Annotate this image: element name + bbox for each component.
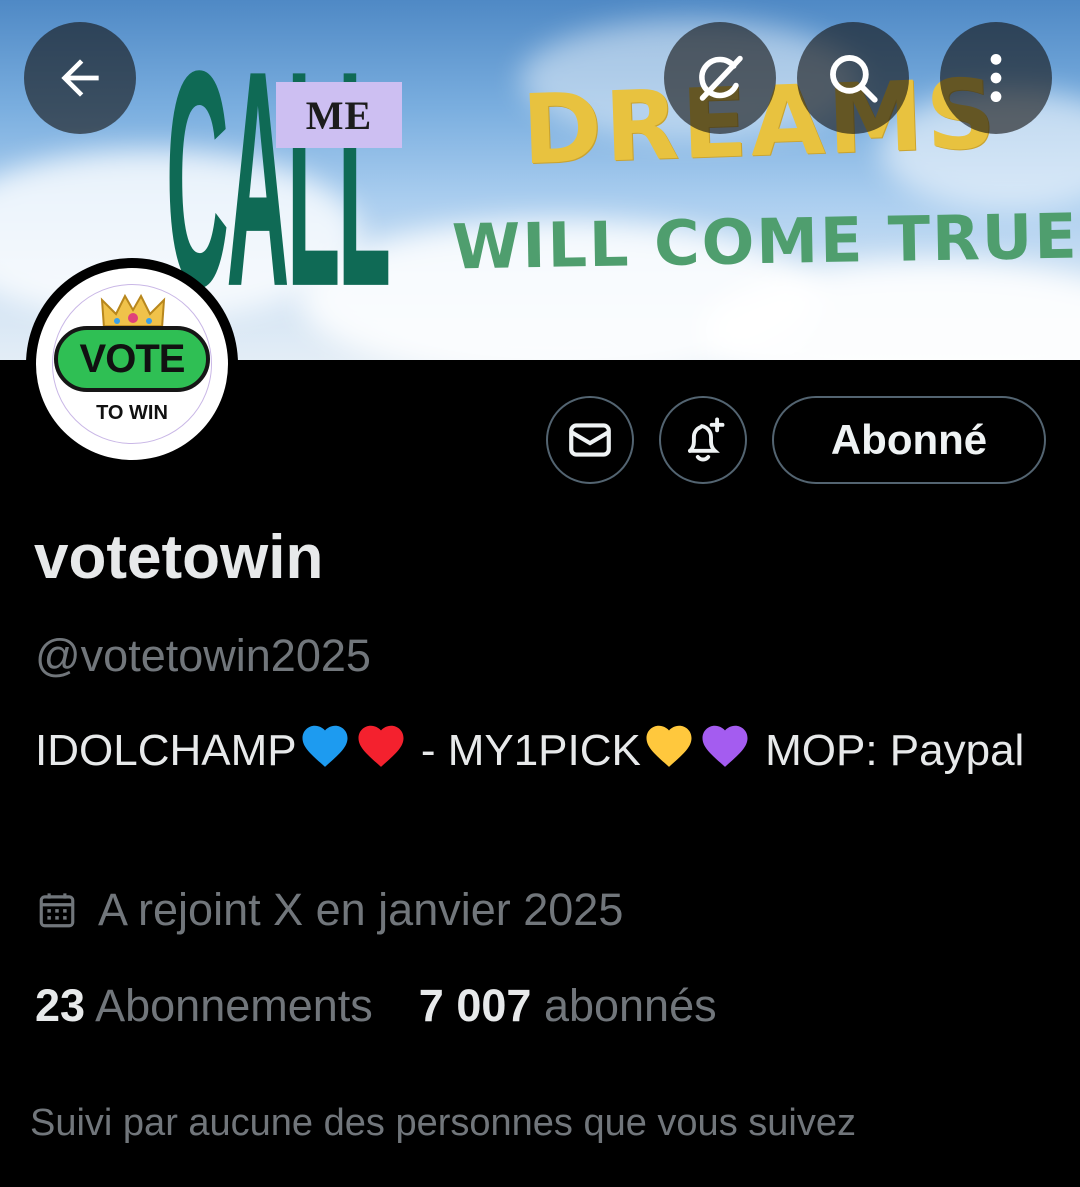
followers-count: 7 007 bbox=[418, 980, 532, 1031]
bio-text: - MY1PICK bbox=[408, 726, 641, 775]
notifications-button[interactable] bbox=[659, 396, 747, 484]
bell-plus-icon bbox=[688, 417, 725, 462]
bio-text: MOP: Paypal bbox=[752, 726, 1025, 775]
more-options-button[interactable] bbox=[940, 22, 1052, 134]
following-button[interactable]: Abonné bbox=[772, 396, 1046, 484]
banner-word-true: WILL COME TRUE bbox=[451, 199, 1080, 284]
grok-button[interactable] bbox=[664, 22, 776, 134]
avatar-vote-badge: VOTE bbox=[54, 326, 210, 392]
vertical-dots-icon bbox=[990, 53, 1002, 103]
followers-link[interactable]: 7 007 abonnés bbox=[419, 980, 717, 1031]
calendar-icon bbox=[39, 893, 75, 928]
yellow-heart-icon bbox=[646, 725, 692, 767]
search-icon bbox=[830, 55, 878, 103]
blue-heart-icon bbox=[302, 725, 348, 767]
grok-icon bbox=[699, 55, 743, 101]
follow-stats: 23 Abonnements 7 007 abonnés bbox=[35, 980, 717, 1032]
purple-heart-icon bbox=[702, 725, 748, 767]
search-button[interactable] bbox=[797, 22, 909, 134]
user-handle: @votetowin2025 bbox=[35, 630, 371, 681]
display-name: votetowin bbox=[34, 523, 324, 592]
red-heart-icon bbox=[358, 725, 404, 767]
arrow-left-icon bbox=[61, 59, 99, 97]
profile-avatar[interactable]: VOTE TO WIN bbox=[26, 258, 238, 470]
profile-bio: IDOLCHAMP - MY1PICK MOP: Paypal bbox=[35, 719, 1045, 783]
following-count: 23 bbox=[35, 980, 86, 1031]
following-label: Abonnements bbox=[95, 980, 373, 1031]
banner-word-me: ME bbox=[276, 82, 402, 148]
followed-by-text: Suivi par aucune des personnes que vous … bbox=[30, 1102, 856, 1144]
bio-text: IDOLCHAMP bbox=[35, 726, 297, 775]
profile-page: CALL ME DREAMS WILL COME TRUE VOTE TO WI… bbox=[0, 0, 1080, 1187]
join-date-text: A rejoint X en janvier 2025 bbox=[98, 884, 624, 935]
envelope-icon bbox=[569, 423, 611, 457]
following-link[interactable]: 23 Abonnements bbox=[35, 980, 373, 1031]
message-button[interactable] bbox=[546, 396, 634, 484]
avatar-image: VOTE TO WIN bbox=[36, 268, 228, 460]
back-button[interactable] bbox=[24, 22, 136, 134]
followers-label: abonnés bbox=[543, 980, 717, 1031]
join-date: A rejoint X en janvier 2025 bbox=[36, 884, 623, 936]
avatar-subtitle: TO WIN bbox=[96, 402, 168, 424]
